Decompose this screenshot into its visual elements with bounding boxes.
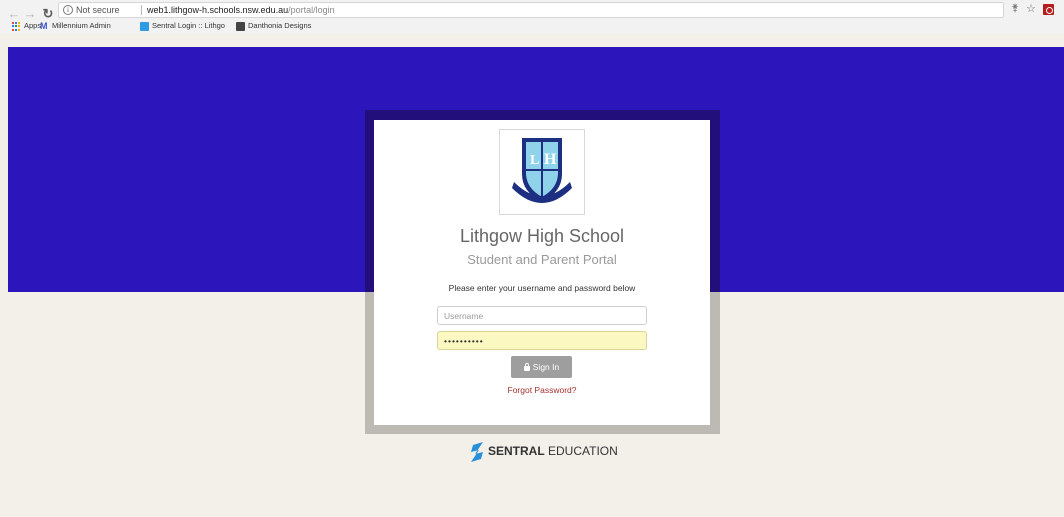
security-status[interactable]: Not secure <box>76 3 120 17</box>
brand-bold: SENTRAL <box>488 444 545 458</box>
apps-grid-icon <box>12 22 21 31</box>
danthonia-favicon-icon <box>236 22 245 31</box>
svg-text:L: L <box>530 153 539 168</box>
login-instructions: Please enter your username and password … <box>448 283 636 293</box>
brand-rest: EDUCATION <box>548 444 618 458</box>
millennium-logo-icon: M <box>40 21 48 31</box>
sentral-s-icon <box>471 442 483 462</box>
sign-in-label: Sign In <box>532 362 560 372</box>
lock-icon <box>523 363 530 371</box>
back-arrow-icon[interactable]: ← <box>6 6 22 22</box>
key-icon[interactable]: ⚵ <box>1009 3 1021 15</box>
bookmark-label: Apps <box>24 21 42 30</box>
address-bar[interactable]: i Not secure web1.lithgow-h.schools.nsw.… <box>58 2 1004 18</box>
school-name: Lithgow High School <box>459 226 625 246</box>
username-input[interactable] <box>437 306 647 325</box>
url-divider <box>141 5 142 15</box>
password-input[interactable] <box>437 331 647 350</box>
school-crest-logo: L H <box>499 129 585 215</box>
sign-in-button[interactable]: Sign In <box>511 356 572 378</box>
bookmark-label: Danthonia Designs <box>248 21 312 30</box>
sentral-education-text: SENTRAL EDUCATION <box>488 444 618 458</box>
url-text[interactable]: web1.lithgow-h.schools.nsw.edu.au/portal… <box>147 3 335 17</box>
forgot-password-link[interactable]: Forgot Password? <box>374 385 710 395</box>
info-icon[interactable]: i <box>63 5 73 15</box>
bookmark-label: Sentral Login :: Lithgo <box>152 21 225 30</box>
sentral-favicon-icon <box>140 22 149 31</box>
portal-subtitle: Student and Parent Portal <box>467 252 617 267</box>
url-host: web1.lithgow-h.schools.nsw.edu.au <box>147 5 289 15</box>
pdf-extension-icon[interactable] <box>1043 4 1054 15</box>
svg-text:H: H <box>544 151 557 168</box>
browser-toolbar: ← → ↻ i Not secure web1.lithgow-h.school… <box>0 0 1064 33</box>
bookmark-star-icon[interactable]: ☆ <box>1025 3 1037 15</box>
bookmark-label: Millennium Admin <box>52 21 111 30</box>
url-path: /portal/login <box>288 5 335 15</box>
